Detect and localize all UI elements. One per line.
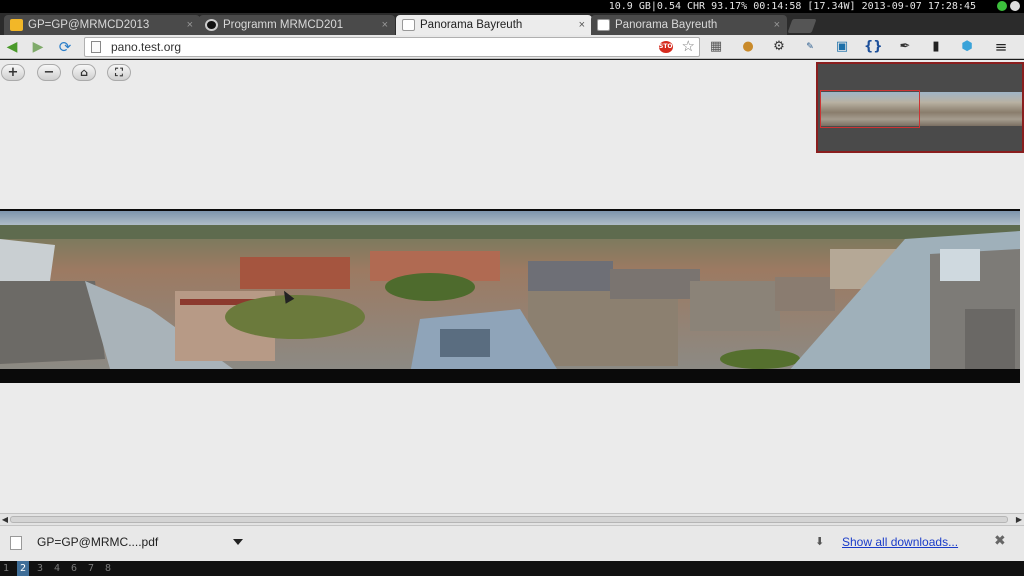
workspace-item[interactable]: 8 bbox=[102, 561, 114, 576]
page-icon bbox=[402, 19, 415, 31]
panorama-drawing bbox=[0, 209, 1020, 383]
scrollbar-thumb[interactable] bbox=[10, 516, 1008, 523]
close-icon[interactable]: × bbox=[579, 15, 585, 35]
tab-title: GP=GP@MRMCD2013 bbox=[28, 19, 150, 31]
zoom-in-button[interactable]: + bbox=[1, 64, 25, 81]
forward-button[interactable]: ▶ bbox=[29, 38, 47, 56]
panorama-image[interactable] bbox=[0, 209, 1020, 383]
screen-icon[interactable]: ▣ bbox=[833, 38, 851, 56]
reader-icon[interactable]: ▦ bbox=[707, 38, 725, 56]
page-icon bbox=[91, 41, 101, 53]
overview-viewport-frame[interactable] bbox=[820, 90, 920, 128]
github-icon bbox=[205, 19, 218, 31]
tab-title: Panorama Bayreuth bbox=[615, 19, 718, 31]
mail-icon bbox=[10, 19, 23, 31]
workspace-item[interactable]: 3 bbox=[34, 561, 46, 576]
eyedropper-icon[interactable]: ✒ bbox=[896, 38, 914, 56]
close-icon[interactable]: × bbox=[382, 15, 388, 35]
page-content: + − ⌂ ⛶ bbox=[0, 60, 1024, 513]
tab-title: Panorama Bayreuth bbox=[420, 19, 523, 31]
home-button[interactable]: ⌂ bbox=[72, 64, 96, 81]
gear-icon[interactable]: ⚙ bbox=[770, 38, 788, 56]
phone-icon[interactable]: ▮ bbox=[927, 38, 945, 56]
css-icon[interactable]: ✎ bbox=[801, 38, 819, 56]
show-all-downloads-link[interactable]: Show all downloads... bbox=[842, 535, 958, 549]
tab-strip: GP=GP@MRMCD2013 × Programm MRMCD201 × Pa… bbox=[0, 13, 1024, 35]
workspace-item[interactable]: 1 bbox=[0, 561, 12, 576]
address-bar[interactable]: pano.test.org STOP ☆ bbox=[84, 37, 700, 57]
tab-gp-mail[interactable]: GP=GP@MRMCD2013 × bbox=[4, 15, 200, 35]
chevron-down-icon[interactable] bbox=[233, 539, 243, 545]
close-icon[interactable]: × bbox=[187, 15, 193, 35]
tab-panorama[interactable]: Panorama Bayreuth × bbox=[591, 15, 787, 35]
fullscreen-button[interactable]: ⛶ bbox=[107, 64, 131, 81]
cube-icon[interactable]: ⬢ bbox=[958, 38, 976, 56]
downloads-bar: GP=GP@MRMC....pdf ⬇ Show all downloads..… bbox=[0, 525, 1024, 561]
back-button[interactable]: ◀ bbox=[3, 38, 21, 56]
scroll-left-icon[interactable]: ◀ bbox=[0, 514, 10, 525]
zoom-out-button[interactable]: − bbox=[37, 64, 61, 81]
battery-icon[interactable] bbox=[1010, 1, 1020, 11]
download-arrow-icon: ⬇ bbox=[815, 535, 825, 548]
menu-icon[interactable]: ≡ bbox=[992, 38, 1010, 56]
json-icon[interactable]: {} bbox=[864, 38, 883, 56]
navigator-overview[interactable] bbox=[816, 62, 1024, 153]
close-icon[interactable]: ✖ bbox=[994, 533, 1006, 549]
url-text[interactable]: pano.test.org bbox=[111, 38, 181, 56]
tab-panorama-active[interactable]: Panorama Bayreuth × bbox=[396, 15, 592, 35]
new-tab-button[interactable] bbox=[787, 19, 817, 33]
network-icon[interactable] bbox=[997, 1, 1007, 11]
scroll-right-icon[interactable]: ▶ bbox=[1014, 514, 1024, 525]
download-file-name[interactable]: GP=GP@MRMC....pdf bbox=[37, 535, 158, 549]
page-icon bbox=[597, 19, 610, 31]
tab-programm[interactable]: Programm MRMCD201 × bbox=[199, 15, 395, 35]
tab-title: Programm MRMCD201 bbox=[223, 19, 344, 31]
workspace-item[interactable]: 4 bbox=[51, 561, 63, 576]
bookmark-star-icon[interactable]: ☆ bbox=[682, 37, 695, 55]
workspace-item-current[interactable]: 2 bbox=[17, 561, 29, 576]
workspace-bar: 1 2 3 4 6 7 8 bbox=[0, 561, 1024, 576]
system-status-text: 10.9 GB|0.54 CHR 93.17% 00:14:58 [17.34W… bbox=[608, 1, 976, 12]
reload-button[interactable]: ⟳ bbox=[56, 38, 74, 56]
system-tray bbox=[997, 1, 1020, 11]
close-icon[interactable]: × bbox=[774, 15, 780, 35]
workspace-item[interactable]: 6 bbox=[68, 561, 80, 576]
cookie-icon[interactable]: ● bbox=[739, 38, 757, 56]
browser-toolbar: ◀ ▶ ⟳ pano.test.org STOP ☆ ▦ ● ⚙ ✎ ▣ {} … bbox=[0, 35, 1024, 59]
pdf-file-icon[interactable] bbox=[10, 536, 22, 550]
workspace-item[interactable]: 7 bbox=[85, 561, 97, 576]
system-status-bar: 10.9 GB|0.54 CHR 93.17% 00:14:58 [17.34W… bbox=[0, 0, 1024, 13]
horizontal-scrollbar[interactable]: ◀ ▶ bbox=[0, 513, 1024, 525]
adblock-stop-icon[interactable]: STOP bbox=[659, 41, 677, 53]
